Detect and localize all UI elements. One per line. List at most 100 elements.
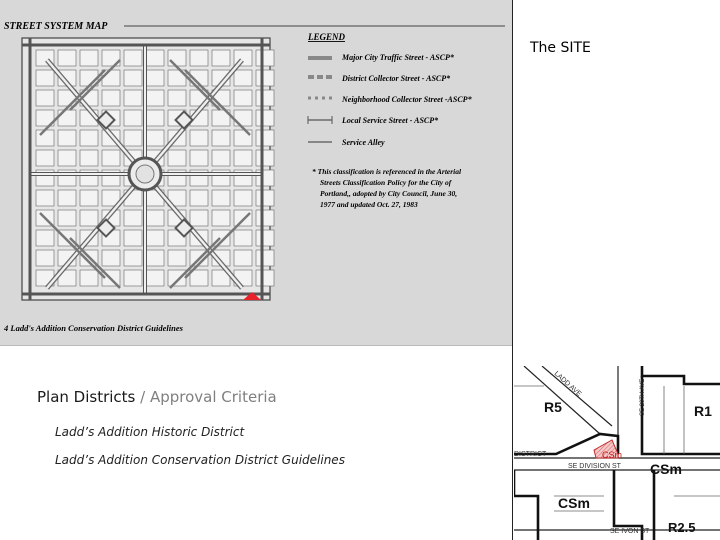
zoning-map-drawing: R5 R1 CSm CSm CSm R2.5 LADD AVE SE 20TH … — [514, 366, 720, 540]
city-block — [57, 49, 77, 67]
city-block — [255, 189, 275, 207]
city-block — [145, 209, 165, 227]
map-title: STREET SYSTEM MAP — [4, 21, 108, 32]
street-system-map-image: STREET SYSTEM MAP LEGEND Major City Traf… — [0, 0, 512, 345]
city-block — [123, 129, 143, 147]
city-block — [123, 69, 143, 87]
city-block — [167, 249, 187, 267]
city-block — [255, 249, 275, 267]
city-block — [211, 49, 231, 67]
city-block — [145, 129, 165, 147]
city-block — [167, 149, 187, 167]
site-title: The SITE — [530, 40, 591, 56]
city-block — [189, 149, 209, 167]
city-block — [123, 269, 143, 287]
city-block — [123, 209, 143, 227]
city-block — [35, 249, 55, 267]
city-block — [211, 189, 231, 207]
city-block — [145, 69, 165, 87]
city-block — [145, 89, 165, 107]
city-block — [79, 149, 99, 167]
horizontal-divider — [0, 345, 512, 346]
city-block — [233, 69, 253, 87]
city-block — [35, 229, 55, 247]
city-block — [189, 209, 209, 227]
city-block — [101, 149, 121, 167]
city-block — [123, 89, 143, 107]
city-block — [123, 109, 143, 127]
city-block — [57, 109, 77, 127]
heading-separator: / — [135, 388, 150, 406]
legend-item-district: District Collector Street - ASCP* — [341, 74, 451, 83]
city-block — [255, 89, 275, 107]
city-block — [79, 189, 99, 207]
city-block — [189, 129, 209, 147]
city-block — [145, 49, 165, 67]
city-block — [35, 149, 55, 167]
city-block — [255, 49, 275, 67]
city-block — [79, 49, 99, 67]
criteria-historic-district: Ladd’s Addition Historic District — [55, 425, 245, 439]
heading-approval-criteria: Approval Criteria — [149, 388, 277, 406]
legend-title: LEGEND — [307, 32, 346, 42]
footnote-line-3: Portland,, adopted by City Council, June… — [320, 189, 457, 198]
street-label-division: SE DIVISION ST — [568, 463, 622, 470]
street-label-district: DISTRICT — [514, 451, 547, 458]
city-block — [145, 269, 165, 287]
zone-label-r1: R1 — [694, 403, 712, 419]
map-page-caption: 4 Ladd's Addition Conservation District … — [3, 323, 184, 333]
footnote-line-1: * This classification is referenced in t… — [312, 167, 462, 176]
footnote-line-2: Streets Classification Policy for the Ci… — [320, 178, 453, 187]
city-block — [189, 189, 209, 207]
city-block — [255, 209, 275, 227]
city-block — [35, 89, 55, 107]
legend-item-alley: Service Alley — [342, 138, 385, 147]
city-block — [35, 189, 55, 207]
city-block — [255, 229, 275, 247]
city-block — [101, 89, 121, 107]
city-block — [57, 209, 77, 227]
city-block — [123, 229, 143, 247]
city-block — [35, 129, 55, 147]
city-block — [57, 149, 77, 167]
zone-label-csm-right: CSm — [650, 461, 682, 477]
city-block — [145, 229, 165, 247]
city-block — [57, 189, 77, 207]
city-block — [79, 269, 99, 287]
city-block — [79, 129, 99, 147]
city-block — [167, 269, 187, 287]
city-block — [233, 229, 253, 247]
city-block — [79, 209, 99, 227]
city-block — [167, 49, 187, 67]
city-block — [211, 209, 231, 227]
legend-item-local: Local Service Street - ASCP* — [341, 116, 439, 125]
zone-label-r25: R2.5 — [668, 520, 695, 535]
city-block — [189, 269, 209, 287]
city-block — [35, 69, 55, 87]
city-block — [101, 249, 121, 267]
street-map-drawing: STREET SYSTEM MAP LEGEND Major City Traf… — [0, 0, 512, 345]
plan-districts-heading: Plan Districts / Approval Criteria — [37, 388, 277, 406]
city-block — [123, 249, 143, 267]
city-block — [255, 69, 275, 87]
legend-item-major: Major City Traffic Street - ASCP* — [341, 53, 455, 62]
zone-label-csm-site: CSm — [602, 450, 622, 460]
city-block — [233, 129, 253, 147]
city-block — [255, 149, 275, 167]
footnote-line-4: 1977 and updated Oct. 27, 1983 — [320, 200, 418, 209]
city-block — [123, 49, 143, 67]
city-block — [255, 269, 275, 287]
city-block — [145, 109, 165, 127]
city-block — [233, 249, 253, 267]
city-block — [57, 129, 77, 147]
city-block — [233, 189, 253, 207]
street-label-ivon: SE IVON ST — [610, 528, 650, 535]
street-label-20th: SE 20TH AVE — [640, 379, 646, 416]
city-block — [211, 149, 231, 167]
zone-label-r5: R5 — [544, 399, 562, 415]
city-block — [101, 69, 121, 87]
city-block — [255, 109, 275, 127]
zone-label-csm-bottom: CSm — [558, 495, 590, 511]
city-block — [211, 129, 231, 147]
zoning-map-image: R5 R1 CSm CSm CSm R2.5 LADD AVE SE 20TH … — [514, 366, 720, 540]
